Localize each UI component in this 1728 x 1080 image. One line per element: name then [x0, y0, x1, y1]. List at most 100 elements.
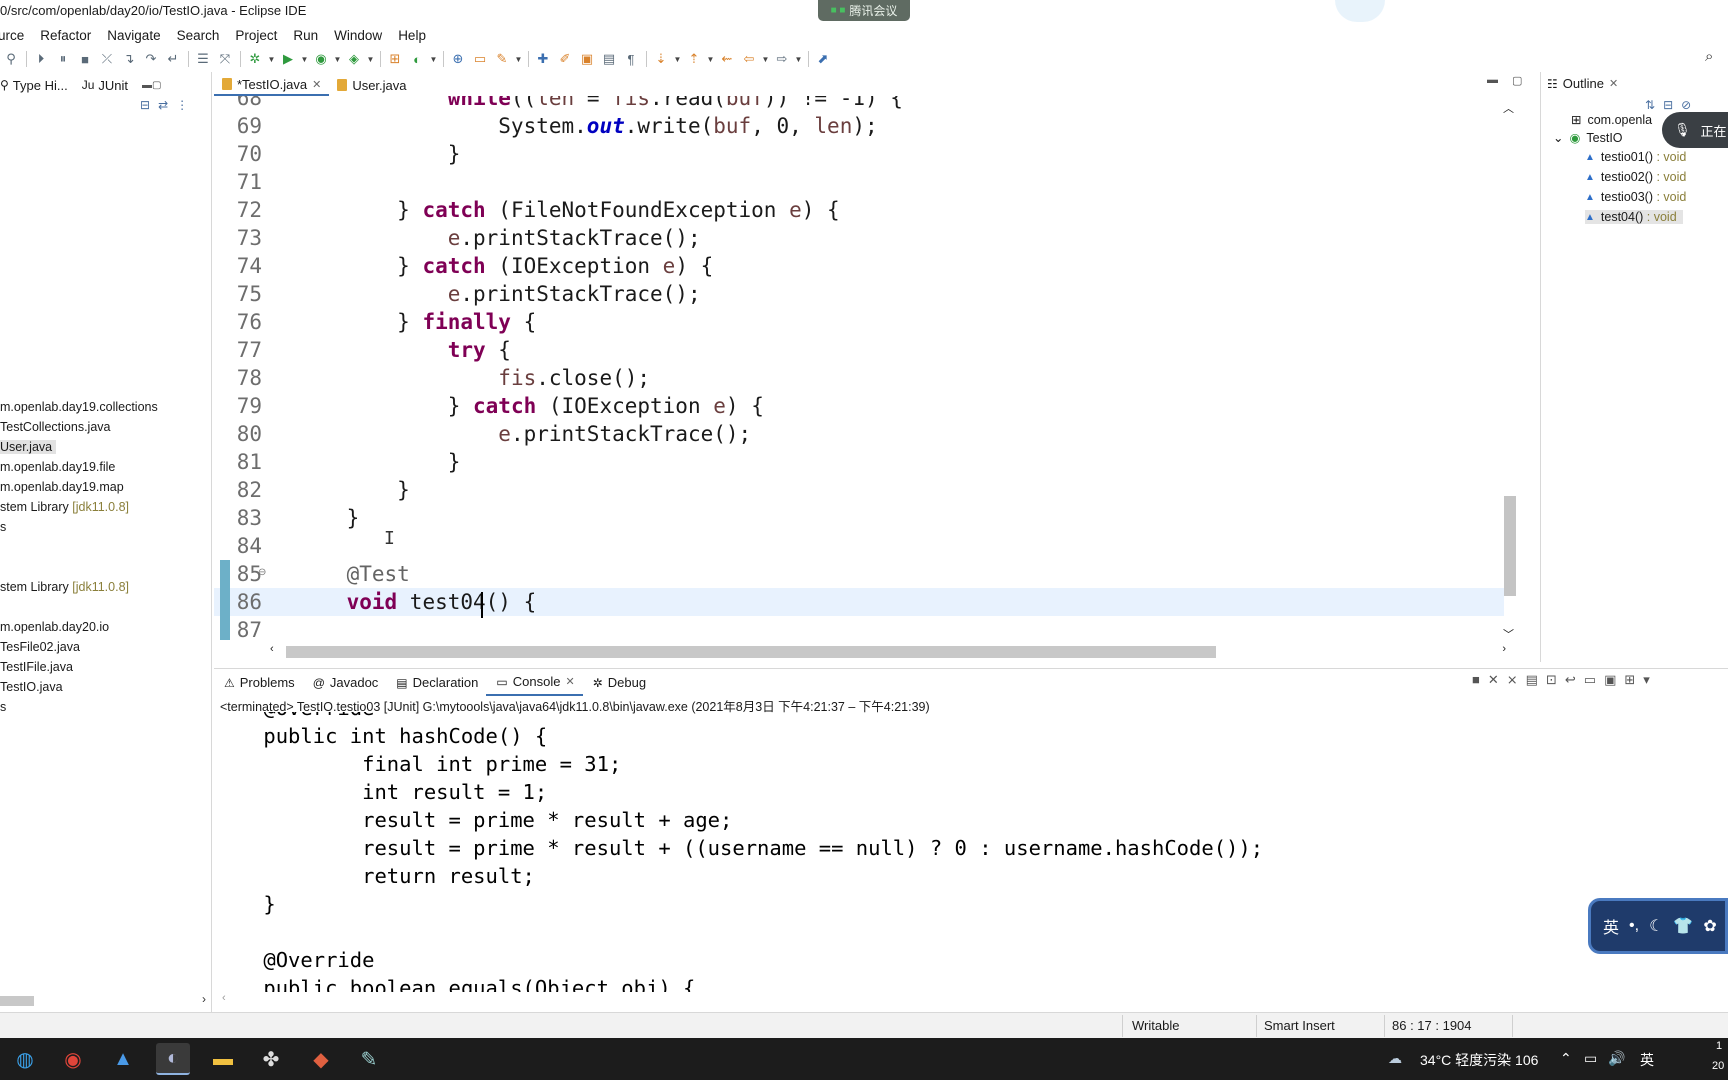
- code-line[interactable]: 75 e.printStackTrace();: [214, 280, 1504, 308]
- new-class-icon[interactable]: ◐: [406, 48, 428, 70]
- code-line[interactable]: 79 } catch (IOException e) {: [214, 392, 1504, 420]
- outline-package[interactable]: ⊞ com.openla: [1571, 112, 1652, 128]
- outline-method[interactable]: ▲ testio03() : void: [1585, 190, 1686, 204]
- photos-icon[interactable]: ▲: [106, 1043, 140, 1075]
- pin-editor-icon[interactable]: ⬈: [812, 48, 834, 70]
- tree-item[interactable]: m.openlab.day19.file: [0, 460, 115, 474]
- prev-annotation-dropdown-icon[interactable]: ▼: [705, 48, 716, 70]
- tree-item[interactable]: TestIO.java: [0, 680, 63, 694]
- tab-outline[interactable]: ☷ Outline ✕: [1547, 76, 1618, 91]
- outline-method[interactable]: ▲ testio01() : void: [1585, 150, 1686, 164]
- close-icon[interactable]: ✕: [1609, 77, 1618, 90]
- collapse-all-icon[interactable]: ⊟: [140, 98, 150, 112]
- toggle-block-icon[interactable]: ▣: [576, 48, 598, 70]
- view-menu-icon[interactable]: ⋮: [176, 98, 188, 112]
- code-line[interactable]: 69 System.out.write(buf, 0, len);: [214, 112, 1504, 140]
- code-line[interactable]: 73 e.printStackTrace();: [214, 224, 1504, 252]
- skin-icon[interactable]: 👕: [1673, 916, 1693, 936]
- left-panel-scrollbar[interactable]: ›: [0, 992, 212, 1010]
- code-line[interactable]: 72 } catch (FileNotFoundException e) {: [214, 196, 1504, 224]
- last-edit-icon[interactable]: ⇜: [716, 48, 738, 70]
- meeting-mic-panel[interactable]: 🎙 正在: [1662, 112, 1728, 148]
- display-console-icon[interactable]: ▣: [1604, 672, 1616, 688]
- tray-expand-icon[interactable]: ⌃: [1560, 1050, 1572, 1067]
- back-icon[interactable]: ⇦: [738, 48, 760, 70]
- tree-item[interactable]: m.openlab.day19.map: [0, 480, 124, 494]
- code-line[interactable]: 82 }: [214, 476, 1504, 504]
- open-type-icon[interactable]: ⊕: [447, 48, 469, 70]
- tree-item[interactable]: TestCollections.java: [0, 420, 110, 434]
- maximize-icon[interactable]: ▢: [1512, 74, 1522, 87]
- tab-testio-java[interactable]: *TestIO.java ✕: [214, 74, 330, 96]
- scroll-thumb[interactable]: [0, 996, 34, 1006]
- tree-item[interactable]: m.openlab.day19.collections: [0, 400, 158, 414]
- external-tools-icon[interactable]: ◈: [343, 48, 365, 70]
- menu-window[interactable]: Window: [334, 28, 392, 43]
- link-editor-icon[interactable]: ⇄: [158, 98, 168, 112]
- tab-problems[interactable]: ⚠ Problems: [214, 670, 303, 696]
- tree-item[interactable]: User.java: [0, 440, 57, 454]
- tab-junit[interactable]: Ju JUnit: [82, 78, 128, 93]
- terminate-icon[interactable]: ■: [1472, 672, 1480, 688]
- code-line[interactable]: 85 @Test: [214, 560, 1504, 588]
- code-line[interactable]: 78 fis.close();: [214, 364, 1504, 392]
- tab-debug[interactable]: ✲ Debug: [583, 670, 654, 696]
- close-icon[interactable]: ✕: [565, 675, 574, 688]
- edge-icon[interactable]: ◍: [8, 1043, 42, 1075]
- code-line[interactable]: 81 }: [214, 448, 1504, 476]
- scroll-left-icon[interactable]: ‹: [222, 992, 226, 1004]
- tab-javadoc[interactable]: @ Javadoc: [303, 670, 387, 696]
- outline-method[interactable]: ▲ test04() : void: [1585, 210, 1683, 224]
- search-icon[interactable]: ⌕: [1705, 48, 1725, 68]
- word-wrap-icon[interactable]: ▤: [598, 48, 620, 70]
- remove-all-icon[interactable]: ⨯: [1507, 672, 1518, 688]
- maximize-icon[interactable]: ▢: [152, 80, 161, 91]
- resume-icon[interactable]: ⏵: [30, 48, 52, 70]
- coverage-dropdown-icon[interactable]: ▼: [332, 48, 343, 70]
- scroll-thumb[interactable]: [1504, 496, 1516, 596]
- tree-item[interactable]: TestIFile.java: [0, 660, 73, 674]
- toggle-breadcrumb-icon[interactable]: ✚: [532, 48, 554, 70]
- search-toolbar-icon[interactable]: ✎: [491, 48, 513, 70]
- code-line[interactable]: 83 }: [214, 504, 1504, 532]
- run-dropdown-icon[interactable]: ▼: [299, 48, 310, 70]
- moon-icon[interactable]: ☾: [1649, 916, 1663, 936]
- clock-date[interactable]: 20: [1712, 1060, 1724, 1072]
- volume-icon[interactable]: 🔊: [1608, 1050, 1625, 1067]
- step-over-icon[interactable]: ↷: [140, 48, 162, 70]
- close-icon[interactable]: ✕: [312, 78, 321, 91]
- code-line[interactable]: 80 e.printStackTrace();: [214, 420, 1504, 448]
- scroll-right-icon[interactable]: ›: [202, 992, 206, 1006]
- step-return-icon[interactable]: ↵: [162, 48, 184, 70]
- menu-help[interactable]: Help: [398, 28, 436, 43]
- run-icon[interactable]: ▶: [277, 48, 299, 70]
- skip-breakpoints-icon[interactable]: ⤧: [214, 48, 236, 70]
- view-menu-icon[interactable]: ▾: [1643, 672, 1650, 688]
- editor-vertical-scrollbar[interactable]: ︿ ﹀: [1500, 98, 1520, 643]
- pin-console-icon[interactable]: ▭: [1584, 672, 1596, 688]
- new-class-dropdown-icon[interactable]: ▼: [428, 48, 439, 70]
- remove-launch-icon[interactable]: ✕: [1488, 672, 1499, 688]
- code-line[interactable]: 84: [214, 532, 1504, 560]
- tab-user-java[interactable]: User.java: [329, 74, 414, 96]
- tree-item[interactable]: s: [0, 520, 6, 534]
- disconnect-icon[interactable]: ⤫: [96, 48, 118, 70]
- menu-source[interactable]: urce: [0, 28, 34, 43]
- language-indicator[interactable]: 英: [1640, 1050, 1654, 1070]
- outline-method[interactable]: ▲ testio02() : void: [1585, 170, 1686, 184]
- menu-search[interactable]: Search: [177, 28, 230, 43]
- editor-horizontal-scrollbar[interactable]: ‹ ›: [270, 642, 1506, 660]
- prev-annotation-icon[interactable]: ⇡: [683, 48, 705, 70]
- code-line[interactable]: 68 while((len = fis.read(buf)) != -1) {: [214, 96, 1504, 112]
- chevron-down-icon[interactable]: ⌄: [1553, 130, 1563, 145]
- toolbar-link-icon[interactable]: ⚲: [0, 48, 22, 70]
- coverage-icon[interactable]: ◉: [310, 48, 332, 70]
- clear-console-icon[interactable]: ▤: [1526, 672, 1538, 688]
- collapse-all-icon[interactable]: ⊟: [1663, 98, 1673, 112]
- presentation-icon[interactable]: ◆: [304, 1043, 338, 1075]
- weather-icon[interactable]: ☁: [1388, 1050, 1402, 1067]
- tab-declaration[interactable]: ▤ Declaration: [386, 670, 486, 696]
- scroll-thumb[interactable]: [286, 646, 1216, 658]
- code-line[interactable]: 86 void test04() {: [214, 588, 1504, 616]
- network-icon[interactable]: ▭: [1584, 1050, 1597, 1067]
